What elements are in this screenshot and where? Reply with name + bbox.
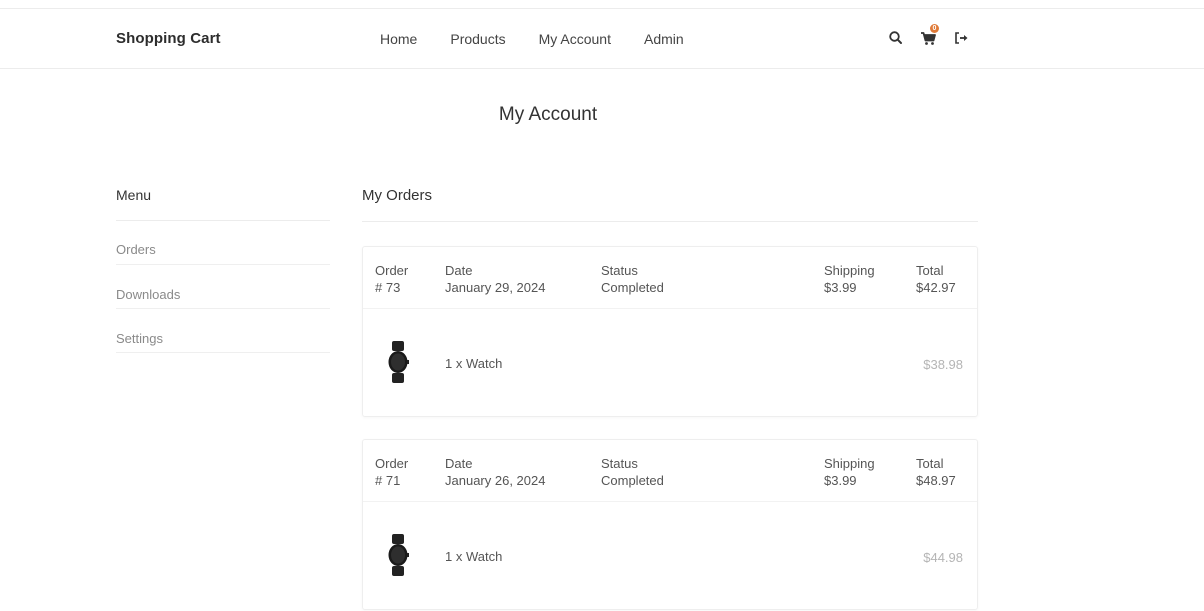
order-card: Order # 73 Date January 29, 2024 Status … xyxy=(362,246,978,417)
order-total: Total $48.97 xyxy=(916,456,956,488)
nav-link-admin[interactable]: Admin xyxy=(644,31,684,47)
item-price: $38.98 xyxy=(923,357,963,372)
order-status: Status Completed xyxy=(601,456,664,488)
nav-link-my-account[interactable]: My Account xyxy=(539,31,611,47)
item-price: $44.98 xyxy=(923,550,963,565)
orders-heading: My Orders xyxy=(362,187,978,222)
order-card: Order # 71 Date January 26, 2024 Status … xyxy=(362,439,978,610)
orders-section: My Orders Order # 73 Date January 29, 20… xyxy=(362,187,978,610)
order-shipping: Shipping $3.99 xyxy=(824,263,875,295)
order-line-item: 1 x Watch $44.98 xyxy=(363,502,977,610)
order-number: Order # 73 xyxy=(375,263,409,295)
watch-icon[interactable] xyxy=(387,341,409,383)
item-name[interactable]: 1 x Watch xyxy=(445,549,502,564)
search-icon[interactable] xyxy=(886,28,906,48)
order-line-item: 1 x Watch $38.98 xyxy=(363,309,977,417)
sidebar-item-orders[interactable]: Orders xyxy=(116,221,330,265)
account-sidebar: Menu Orders Downloads Settings xyxy=(116,187,330,353)
cart-icon[interactable]: 0 xyxy=(919,24,939,48)
nav-icons: 0 xyxy=(886,24,985,48)
order-status: Status Completed xyxy=(601,263,664,295)
page-title: My Account xyxy=(498,104,598,125)
logout-icon[interactable] xyxy=(952,28,972,48)
sidebar-item-settings[interactable]: Settings xyxy=(116,309,330,353)
brand-logo[interactable]: Shopping Cart xyxy=(116,30,221,47)
nav-link-products[interactable]: Products xyxy=(450,31,505,47)
order-shipping: Shipping $3.99 xyxy=(824,456,875,488)
order-date: Date January 29, 2024 xyxy=(445,263,546,295)
order-header: Order # 71 Date January 26, 2024 Status … xyxy=(363,440,977,502)
watch-icon[interactable] xyxy=(387,534,409,576)
order-total: Total $42.97 xyxy=(916,263,956,295)
order-header: Order # 73 Date January 29, 2024 Status … xyxy=(363,247,977,309)
nav-links: Home Products My Account Admin xyxy=(380,31,717,47)
order-date: Date January 26, 2024 xyxy=(445,456,546,488)
sidebar-item-downloads[interactable]: Downloads xyxy=(116,265,330,309)
order-number: Order # 71 xyxy=(375,456,409,488)
item-name[interactable]: 1 x Watch xyxy=(445,356,502,371)
nav-link-home[interactable]: Home xyxy=(380,31,417,47)
account-page: Shopping Cart Home Products My Account A… xyxy=(0,0,1204,611)
cart-count-badge: 0 xyxy=(930,24,939,33)
sidebar-heading: Menu xyxy=(116,187,330,221)
navbar: Shopping Cart Home Products My Account A… xyxy=(0,8,1204,69)
